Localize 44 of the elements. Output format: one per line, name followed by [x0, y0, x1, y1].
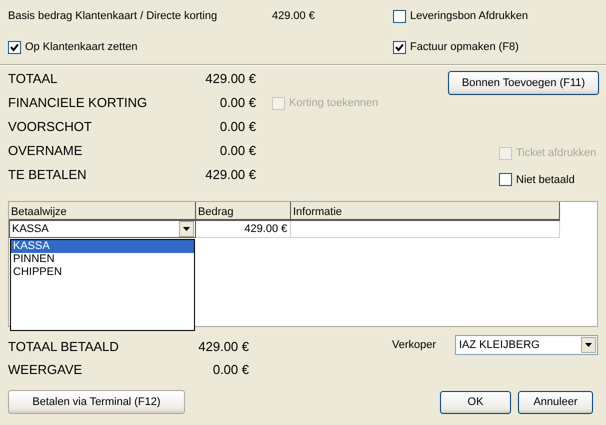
column-header[interactable]: Betaalwijze [9, 202, 196, 219]
caret-icon [585, 343, 592, 347]
payment-method-field[interactable]: KASSA [9, 221, 196, 238]
total-label: VOORSCHOT [8, 118, 92, 136]
total-label: TE BETALEN [8, 166, 87, 184]
summary-value: 429.00 € [198, 338, 249, 356]
verkoper-label: Verkoper [392, 338, 438, 353]
basis-label: Basis bedrag Klantenkaart / Directe korting [8, 8, 218, 24]
checkbox[interactable] [8, 41, 21, 54]
checkbox-label: Leveringsbon Afdrukken [410, 8, 528, 24]
total-value: 0.00 € [220, 142, 256, 160]
total-value: 429.00 € [205, 166, 256, 184]
total-value: 429.00 € [205, 70, 256, 88]
seller-select[interactable]: IAZ KLEIJBERG [455, 335, 598, 355]
ok-button[interactable]: OK [440, 390, 511, 414]
checkbox[interactable] [393, 41, 406, 54]
summary-label: TOTAAL BETAALD [8, 338, 119, 356]
summary-label: WEERGAVE [8, 360, 82, 379]
cancel-button[interactable]: Annuleer [518, 390, 593, 414]
checkbox[interactable] [393, 10, 406, 22]
terminal-button[interactable]: Betalen via Terminal (F12) [8, 390, 185, 414]
total-label: TOTAAL [8, 70, 58, 88]
total-value: 0.00 € [220, 118, 256, 136]
checkbox-label: Niet betaald [516, 172, 575, 188]
amount-cell: 429.00 € [196, 221, 291, 238]
summary-value: 0.00 € [212, 360, 249, 379]
basis-amount: 429.00 € [272, 8, 316, 24]
dropdown-option[interactable]: KASSA [11, 240, 194, 253]
dropdown-button[interactable] [581, 337, 596, 353]
dropdown-option[interactable]: PINNEN [11, 253, 194, 266]
total-label: FINANCIELE KORTING [8, 94, 148, 112]
checkbox[interactable] [499, 173, 512, 186]
bonnen-button[interactable]: Bonnen Toevoegen (F11) [448, 71, 599, 95]
column-header[interactable]: Informatie [291, 202, 560, 219]
dropdown-option[interactable]: CHIPPEN [11, 266, 194, 279]
total-label: OVERNAME [8, 142, 82, 160]
checkbox-label: Op Klantenkaart zetten [25, 40, 138, 56]
checkbox-label: Ticket afdrukken [516, 146, 596, 161]
caret-icon [183, 227, 190, 231]
column-header[interactable]: Bedrag [196, 202, 291, 219]
checkbox-label: Factuur opmaken (F8) [410, 40, 519, 56]
dropdown-button[interactable] [179, 221, 194, 237]
checkbox-label: Korting toekennen [289, 96, 378, 111]
total-value: 0.00 € [220, 94, 256, 112]
